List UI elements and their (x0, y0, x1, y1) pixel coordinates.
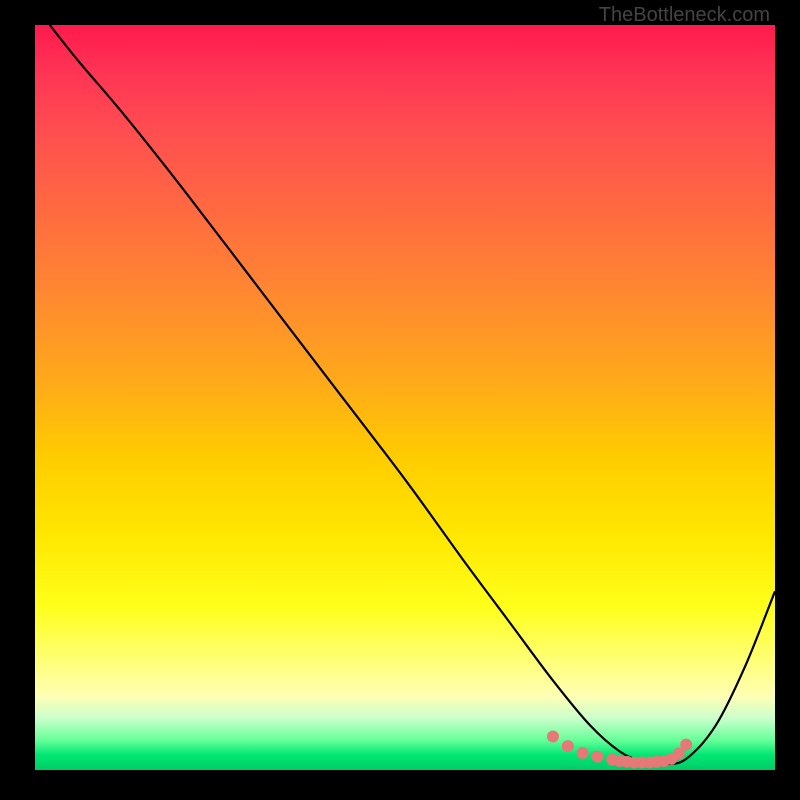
plot-area (35, 25, 775, 770)
highlight-dot (628, 757, 640, 769)
minimum-region-dots (547, 730, 692, 768)
highlight-dot (658, 755, 670, 767)
highlight-dot (562, 740, 574, 752)
highlight-dot (577, 747, 589, 759)
watermark-text: TheBottleneck.com (599, 4, 770, 27)
highlight-dot (680, 739, 692, 751)
highlight-dot (651, 756, 663, 768)
highlight-dot (621, 756, 633, 768)
bottleneck-curve (50, 25, 775, 764)
highlight-dot (547, 730, 559, 742)
highlight-dot (614, 755, 626, 767)
highlight-dot (673, 748, 685, 760)
curve-svg (35, 25, 775, 770)
highlight-dot (665, 753, 677, 765)
highlight-dot (636, 757, 648, 769)
highlight-dot (606, 754, 618, 766)
highlight-dot (591, 751, 603, 763)
highlight-dot (643, 757, 655, 769)
chart-container: TheBottleneck.com (0, 0, 800, 800)
